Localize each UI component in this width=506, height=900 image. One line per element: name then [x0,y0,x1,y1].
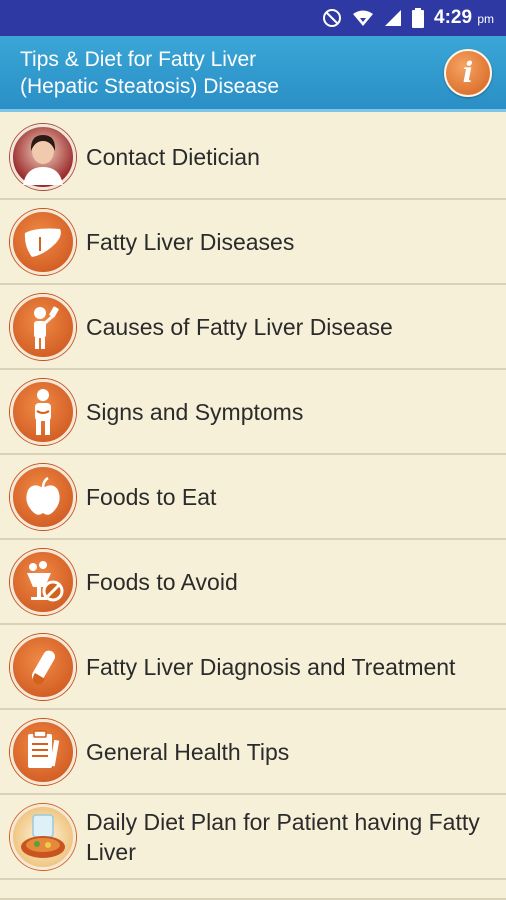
menu-item-foods-to-avoid[interactable]: Foods to Avoid [0,540,506,625]
menu-item-causes[interactable]: Causes of Fatty Liver Disease [0,285,506,370]
status-time: 4:29 pm [434,7,494,28]
menu-item-contact-dietician[interactable]: Contact Dietician [0,115,506,200]
menu-item-foods-to-eat[interactable]: Foods to Eat [0,455,506,540]
liver-icon [10,208,76,275]
menu-item-diagnosis-treatment[interactable]: Fatty Liver Diagnosis and Treatment [0,625,506,710]
battery-icon [412,8,425,28]
info-button[interactable]: i [444,48,492,97]
menu-item-signs-symptoms[interactable]: Signs and Symptoms [0,370,506,455]
menu-item-general-health-tips[interactable]: General Health Tips [0,710,506,795]
no-food-icon [10,548,76,615]
clipboard-icon [10,718,76,785]
wifi-icon [352,9,374,27]
menu-item-label: Daily Diet Plan for Patient having Fatty… [86,808,480,865]
menu-item-label: Fatty Liver Diagnosis and Treatment [86,653,456,680]
do-not-disturb-icon [322,8,342,28]
test-tube-icon [10,633,76,700]
app-bar: Tips & Diet for Fatty Liver (Hepatic Ste… [0,36,506,112]
dietician-avatar [10,123,76,190]
info-icon: i [462,56,474,89]
status-bar: 4:29 pm [0,0,506,36]
drinking-person-icon [10,293,76,360]
menu-item-label: Contact Dietician [86,143,260,170]
menu-item-label: General Health Tips [86,738,290,765]
diet-meal-icon [10,803,76,870]
menu-item-fatty-liver-diseases[interactable]: Fatty Liver Diseases [0,200,506,285]
menu-item-label: Foods to Eat [86,483,217,510]
menu-item-partial[interactable] [0,880,506,900]
menu-item-label: Foods to Avoid [86,568,238,595]
menu-item-label: Fatty Liver Diseases [86,228,295,255]
menu-item-label: Causes of Fatty Liver Disease [86,313,393,340]
app-title: Tips & Diet for Fatty Liver (Hepatic Ste… [20,47,280,98]
apple-icon [10,463,76,530]
menu-list: Contact Dietician Fatty Liver Diseases C… [0,115,506,900]
menu-item-daily-diet-plan[interactable]: Daily Diet Plan for Patient having Fatty… [0,795,506,880]
signal-icon [384,9,402,27]
stomach-pain-person-icon [10,378,76,445]
menu-item-label: Signs and Symptoms [86,398,304,425]
